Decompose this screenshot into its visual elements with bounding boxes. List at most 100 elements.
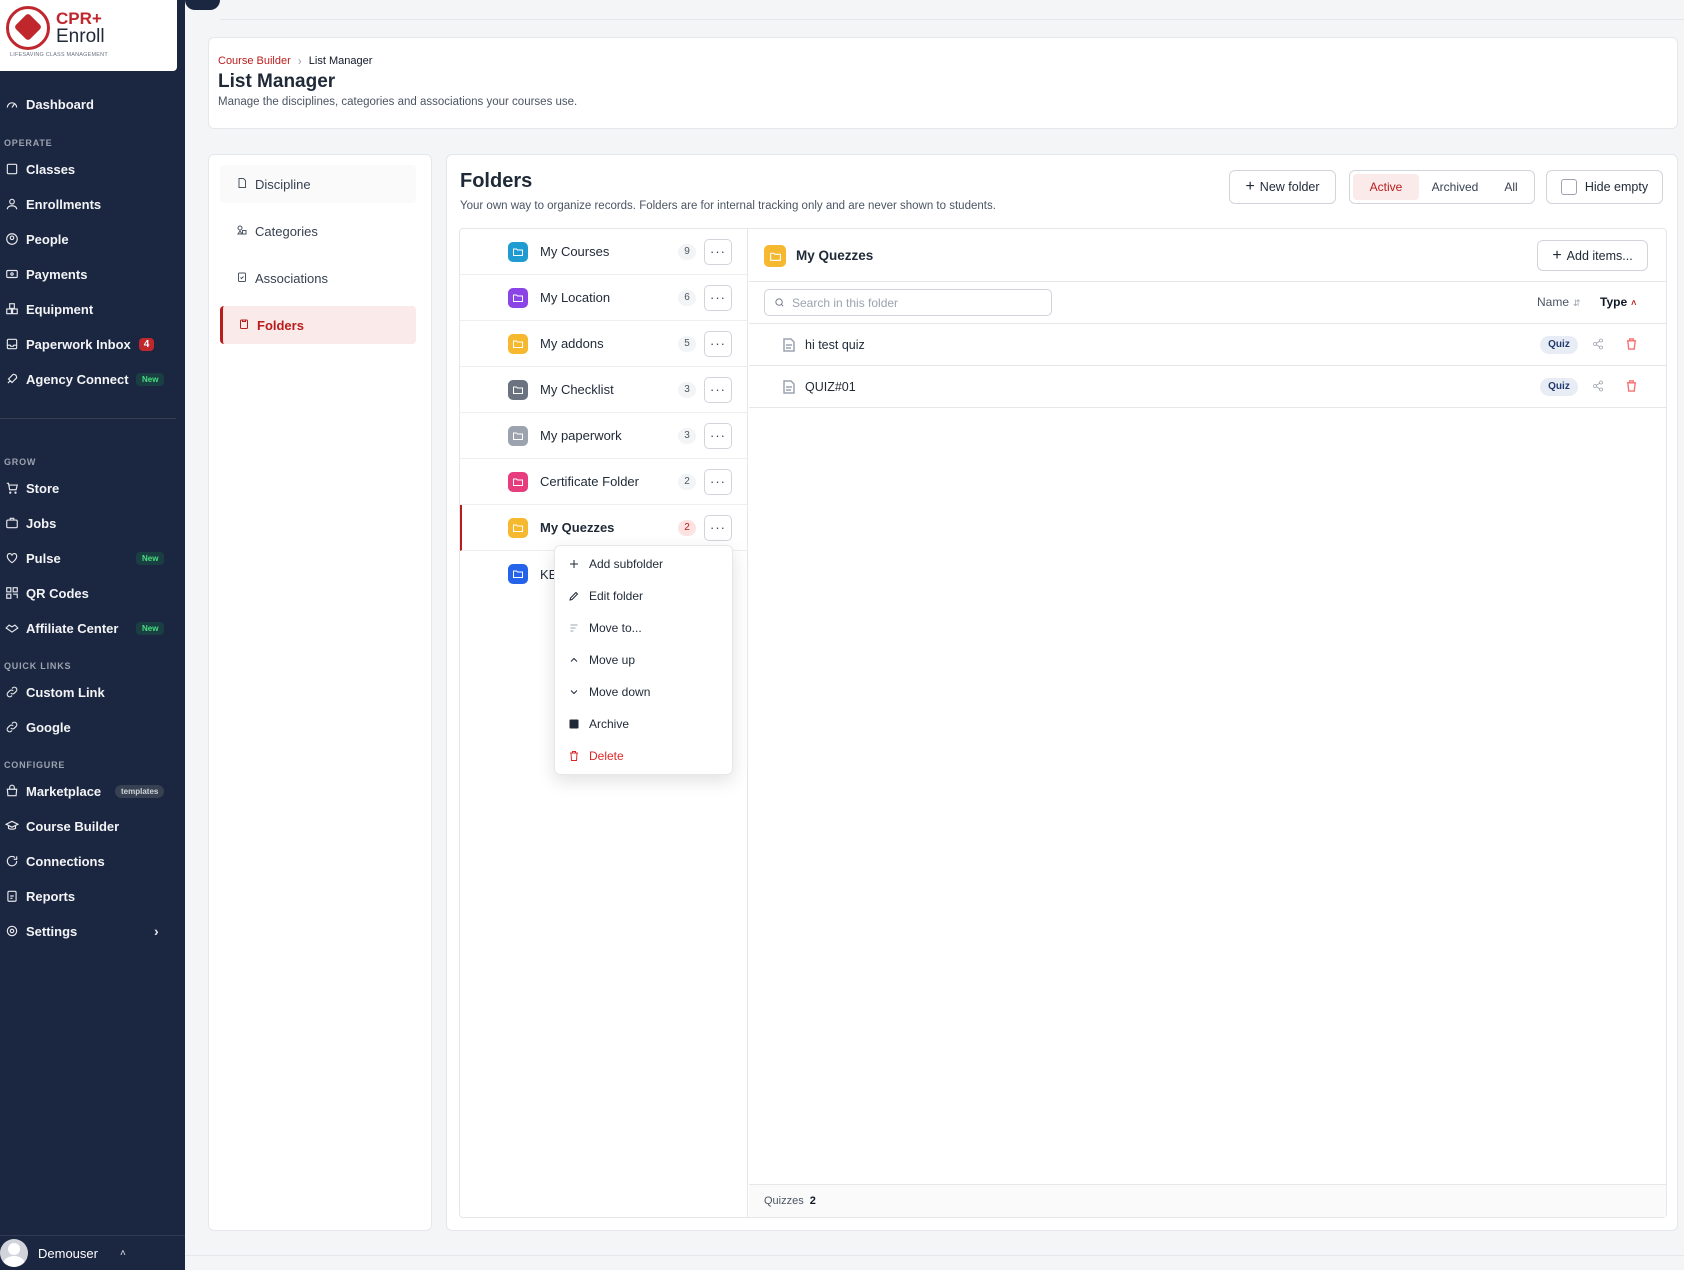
sidebar-item-affiliate-center[interactable]: Affiliate Center New	[0, 616, 177, 640]
nav-section-configure: CONFIGURE	[4, 760, 66, 770]
menu-delete[interactable]: Delete	[555, 741, 734, 771]
sidebar-item-equipment[interactable]: Equipment	[0, 297, 177, 321]
sidebar-item-paperwork-inbox[interactable]: Paperwork Inbox 4	[0, 332, 177, 356]
menu-archive[interactable]: Archive	[555, 709, 734, 739]
sidebar-item-jobs[interactable]: Jobs	[0, 511, 177, 535]
breadcrumb-link-course-builder[interactable]: Course Builder	[218, 55, 291, 67]
user-menu[interactable]: Demouser ˄	[0, 1235, 185, 1270]
cash-icon	[3, 265, 21, 283]
sidebar-item-settings[interactable]: Settings ›	[0, 919, 177, 943]
sidebar-item-connections[interactable]: Connections	[0, 849, 177, 873]
tab-categories[interactable]: Categories	[220, 212, 416, 250]
chevron-down-icon	[567, 686, 581, 698]
trash-icon[interactable]	[1626, 337, 1640, 352]
menu-edit-folder[interactable]: Edit folder	[555, 581, 734, 611]
folder-icon	[508, 425, 528, 446]
hide-empty-checkbox[interactable]	[1560, 179, 1577, 195]
folders-title: Folders	[460, 170, 533, 192]
share-icon[interactable]	[1592, 338, 1606, 352]
folder-row-my-paperwork[interactable]: My paperwork 3 ···	[460, 413, 747, 459]
sidebar-collapse-toggle[interactable]	[185, 0, 220, 10]
tab-associations[interactable]: Associations	[220, 259, 416, 297]
sidebar-item-qr-codes[interactable]: QR Codes	[0, 581, 177, 605]
user-circle-icon	[3, 230, 21, 248]
folder-row-my-checklist[interactable]: My Checklist 3 ···	[460, 367, 747, 413]
sidebar-item-marketplace[interactable]: Marketplace templates	[0, 779, 177, 803]
hide-empty-toggle[interactable]: Hide empty	[1546, 170, 1663, 204]
sidebar-item-course-builder[interactable]: Course Builder	[0, 814, 177, 838]
folder-more-button[interactable]: ···	[704, 376, 732, 403]
plus-icon: +	[1245, 178, 1255, 195]
folder-more-button[interactable]: ···	[704, 238, 732, 265]
folder-context-menu: Add subfolder Edit folder Move to... Mov…	[554, 545, 733, 775]
sort-icon: ⇵	[1573, 298, 1581, 308]
folder-more-button[interactable]: ···	[704, 422, 732, 449]
tab-folders[interactable]: Folders	[220, 306, 416, 344]
folder-item-row[interactable]: hi test quiz Quiz	[749, 324, 1666, 366]
folder-more-button[interactable]: ···	[704, 284, 732, 311]
sidebar-item-pulse[interactable]: Pulse New	[0, 546, 177, 570]
logo-text-enroll: Enroll	[56, 26, 105, 47]
sidebar-item-agency-connect[interactable]: Agency Connect New	[0, 367, 177, 391]
add-items-button[interactable]: + Add items...	[1537, 240, 1648, 271]
folder-row-my-addons[interactable]: My addons 5 ···	[460, 321, 747, 367]
clipboard-icon	[238, 318, 252, 332]
folder-search-input[interactable]: Search in this folder	[764, 289, 1052, 316]
sidebar-item-google[interactable]: Google	[0, 715, 177, 739]
tab-discipline[interactable]: Discipline	[220, 165, 416, 203]
folder-row-certificate-folder[interactable]: Certificate Folder 2 ···	[460, 459, 747, 505]
sidebar-item-label: Custom Link	[26, 684, 105, 700]
breadcrumb-current: List Manager	[308, 55, 373, 67]
folder-row-my-courses[interactable]: My Courses 9 ···	[460, 229, 747, 275]
item-type-badge: Quiz	[1540, 377, 1578, 396]
sort-by-type[interactable]: Type ˄	[1600, 295, 1636, 309]
sidebar-item-classes[interactable]: Classes	[0, 157, 177, 181]
folder-row-my-location[interactable]: My Location 6 ···	[460, 275, 747, 321]
archive-icon	[567, 718, 581, 730]
folder-count-badge: 9	[678, 243, 696, 260]
user-icon	[3, 195, 21, 213]
folder-icon	[508, 379, 528, 400]
folder-count-badge: 6	[678, 289, 696, 306]
sidebar-item-custom-link[interactable]: Custom Link	[0, 680, 177, 704]
menu-move-down[interactable]: Move down	[555, 677, 734, 707]
new-folder-button[interactable]: + New folder	[1229, 170, 1336, 204]
sidebar-item-store[interactable]: Store	[0, 476, 177, 500]
sort-by-name[interactable]: Name ⇵	[1537, 295, 1581, 309]
add-items-label: Add items...	[1566, 248, 1633, 263]
plus-icon: +	[1552, 246, 1562, 264]
nav-section-quick-links: QUICK LINKS	[4, 661, 72, 671]
sidebar-item-enrollments[interactable]: Enrollments	[0, 192, 177, 216]
folder-more-button[interactable]: ···	[704, 514, 732, 541]
sidebar-item-dashboard[interactable]: Dashboard	[0, 92, 177, 116]
trash-icon[interactable]	[1626, 379, 1640, 394]
menu-move-up[interactable]: Move up	[555, 645, 734, 675]
filter-archived[interactable]: Archived	[1419, 174, 1491, 200]
search-placeholder: Search in this folder	[792, 295, 899, 310]
filter-active[interactable]: Active	[1353, 174, 1419, 200]
sidebar-item-reports[interactable]: Reports	[0, 884, 177, 908]
nav-section-grow: GROW	[4, 457, 37, 467]
sidebar-divider	[0, 418, 176, 419]
sidebar-item-label: Store	[26, 480, 60, 496]
filter-all[interactable]: All	[1491, 174, 1531, 200]
folder-more-button[interactable]: ···	[704, 330, 732, 357]
search-icon	[775, 298, 784, 307]
folder-count-badge: 2	[678, 473, 696, 490]
share-icon[interactable]	[1592, 380, 1606, 394]
menu-move-to[interactable]: Move to...	[555, 613, 734, 643]
folder-item-row[interactable]: QUIZ#01 Quiz	[749, 366, 1666, 408]
folder-icon	[508, 564, 528, 584]
sidebar-item-label: Agency Connect	[26, 371, 129, 387]
folder-more-button[interactable]: ···	[704, 468, 732, 495]
logo-icon	[6, 6, 50, 50]
brand-logo[interactable]: CPR+ Enroll LIFESAVING CLASS MANAGEMENT	[0, 0, 177, 71]
qr-code-icon	[3, 584, 21, 602]
sidebar-item-label: Dashboard	[26, 96, 94, 112]
sidebar-item-payments[interactable]: Payments	[0, 262, 177, 286]
folder-name: My Checklist	[540, 382, 614, 397]
menu-add-subfolder[interactable]: Add subfolder	[555, 549, 734, 579]
link-icon	[3, 683, 21, 701]
sidebar-item-people[interactable]: People	[0, 227, 177, 251]
breadcrumb: Course Builder › List Manager	[218, 54, 372, 68]
